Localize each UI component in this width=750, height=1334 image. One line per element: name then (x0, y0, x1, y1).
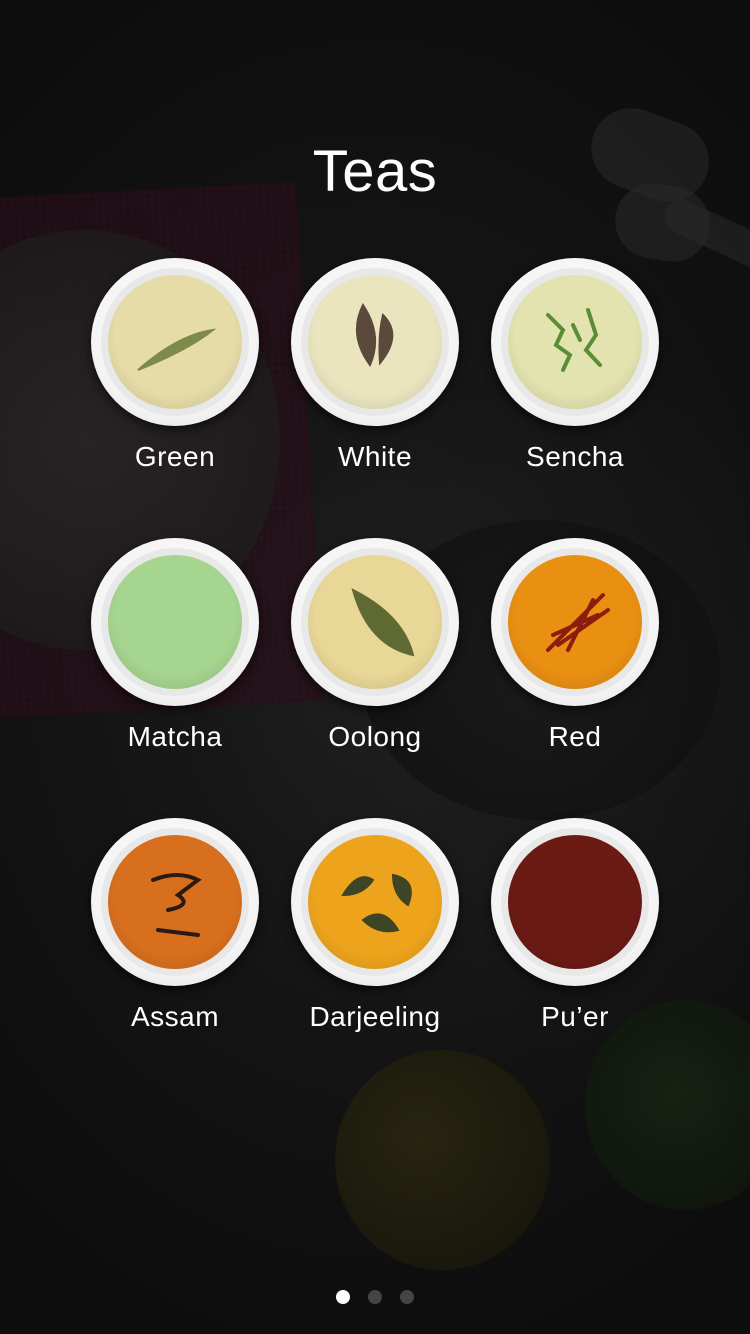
tea-cup-icon (291, 538, 459, 706)
tea-leaf-icon (546, 593, 610, 652)
tea-liquid (108, 835, 242, 969)
tea-label: Oolong (328, 721, 422, 752)
page-indicator[interactable] (0, 1290, 750, 1304)
tea-liquid (308, 835, 442, 969)
tea-item-green[interactable]: Green (75, 258, 275, 538)
tea-item-matcha[interactable]: Matcha (75, 538, 275, 818)
tea-cup-icon (91, 258, 259, 426)
tea-item-assam[interactable]: Assam (75, 818, 275, 1098)
tea-item-sencha[interactable]: Sencha (475, 258, 675, 538)
page-dot[interactable] (368, 1290, 382, 1304)
tea-label: Red (548, 721, 602, 752)
tea-leaf-icon (137, 328, 217, 371)
tea-selection-screen: Teas Green White Sencha Matcha Oolong Re… (0, 0, 750, 1334)
tea-label: Green (134, 441, 216, 472)
tea-liquid (508, 555, 642, 689)
tea-cup-icon (491, 818, 659, 986)
tea-leaf-icon (355, 303, 394, 367)
tea-item-oolong[interactable]: Oolong (275, 538, 475, 818)
tea-label: Assam (130, 1001, 220, 1032)
tea-label: White (337, 441, 413, 472)
tea-leaf-icon (151, 873, 202, 937)
tea-liquid (108, 555, 242, 689)
tea-item-darjeeling[interactable]: Darjeeling (275, 818, 475, 1098)
tea-leaf-icon (351, 588, 415, 657)
tea-liquid (308, 275, 442, 409)
tea-leaf-icon (546, 308, 602, 372)
page-title: Teas (312, 139, 438, 204)
tea-cup-icon (491, 538, 659, 706)
page-dot[interactable] (336, 1290, 350, 1304)
tea-liquid (108, 275, 242, 409)
tea-grid: Green White Sencha Matcha Oolong Red Ass… (75, 258, 675, 1098)
tea-item-red[interactable]: Red (475, 538, 675, 818)
tea-cup-icon (491, 258, 659, 426)
tea-cup-icon (91, 818, 259, 986)
tea-liquid (508, 835, 642, 969)
tea-cup-icon (291, 818, 459, 986)
tea-cup-icon (291, 258, 459, 426)
tea-item-puer[interactable]: Pu’er (475, 818, 675, 1098)
tea-cup-icon (91, 538, 259, 706)
tea-leaf-icon (341, 873, 412, 933)
tea-item-white[interactable]: White (275, 258, 475, 538)
tea-label: Sencha (526, 441, 624, 472)
tea-label: Darjeeling (309, 1001, 441, 1032)
tea-liquid (308, 555, 442, 689)
tea-liquid (508, 275, 642, 409)
page-dot[interactable] (400, 1290, 414, 1304)
tea-label: Matcha (127, 721, 223, 752)
tea-label: Pu’er (541, 1001, 609, 1032)
